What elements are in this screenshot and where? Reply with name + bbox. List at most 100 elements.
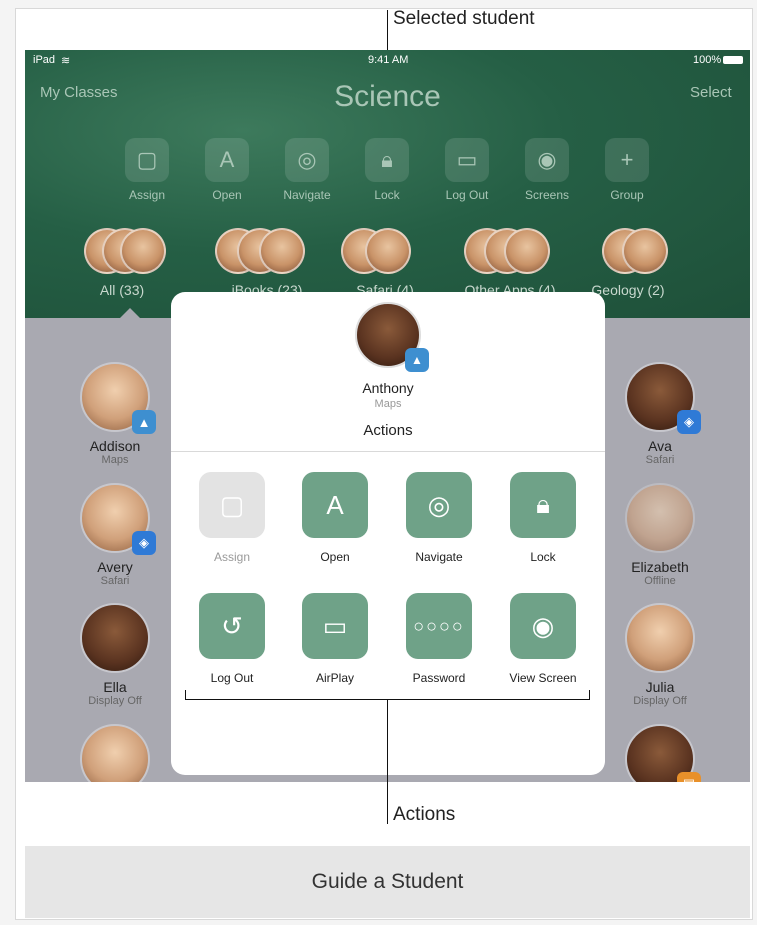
divider bbox=[171, 451, 605, 452]
avatar bbox=[259, 228, 305, 274]
student-name: Addison bbox=[89, 438, 141, 454]
maps-icon: ▲ bbox=[132, 410, 156, 434]
student-status: Offline bbox=[644, 575, 676, 587]
battery-icon bbox=[723, 56, 743, 64]
time-label: 9:41 AM bbox=[368, 54, 409, 66]
group-all[interactable]: All (33) bbox=[62, 228, 182, 298]
student-name: Avery bbox=[97, 559, 133, 575]
bracket-end-left bbox=[185, 690, 186, 700]
toolbar-group[interactable]: + Group bbox=[592, 138, 662, 202]
class-header: iPad ≋ 9:41 AM 100% My Classes Science S… bbox=[25, 50, 750, 318]
plus-icon: + bbox=[605, 138, 649, 182]
actions-heading: Actions bbox=[363, 422, 413, 439]
toolbar-label: Log Out bbox=[445, 188, 489, 202]
logout-icon: ▭ bbox=[445, 138, 489, 182]
avatar: ▤ bbox=[625, 724, 701, 782]
group-avatars bbox=[207, 228, 327, 276]
student-status: Safari bbox=[645, 454, 675, 466]
action-assign[interactable]: ▢ Assign bbox=[182, 472, 282, 564]
avatar bbox=[622, 228, 668, 274]
student-avery[interactable]: ◈ Avery Safari bbox=[60, 483, 170, 587]
action-view-screen[interactable]: ◉ View Screen bbox=[493, 593, 593, 685]
group-geology[interactable]: Geology (2) bbox=[568, 228, 688, 298]
action-lock[interactable]: 🔒︎ Lock bbox=[493, 472, 593, 564]
avatar: ◈ bbox=[80, 483, 156, 555]
toolbar-label: Navigate bbox=[283, 188, 331, 202]
compass-icon: ◎ bbox=[285, 138, 329, 182]
password-icon: ○○○○ bbox=[406, 593, 472, 659]
selected-student-status: Maps bbox=[374, 398, 402, 410]
screens-icon: ◉ bbox=[525, 138, 569, 182]
avatar bbox=[120, 228, 166, 274]
group-avatars bbox=[62, 228, 182, 276]
group-avatars bbox=[325, 228, 445, 276]
selected-student-name: Anthony bbox=[362, 380, 414, 396]
battery-label: 100% bbox=[693, 54, 722, 66]
toolbar-label: Open bbox=[212, 188, 242, 202]
toolbar-assign[interactable]: ▢ Assign bbox=[112, 138, 182, 202]
callout-actions: Actions bbox=[393, 804, 456, 825]
toolbar-label: Lock bbox=[374, 188, 400, 202]
action-label: Open bbox=[320, 550, 350, 564]
action-label: Lock bbox=[530, 550, 556, 564]
student-ava[interactable]: ◈ Ava Safari bbox=[605, 362, 715, 466]
toolbar-logout[interactable]: ▭ Log Out bbox=[432, 138, 502, 202]
toolbar-screens[interactable]: ◉ Screens bbox=[512, 138, 582, 202]
group-label: All (33) bbox=[99, 282, 145, 298]
assign-icon: ▢ bbox=[125, 138, 169, 182]
avatar bbox=[80, 603, 150, 673]
app-store-icon: A bbox=[205, 138, 249, 182]
avatar bbox=[80, 724, 150, 782]
student-partial-right[interactable]: ▤ bbox=[605, 724, 715, 782]
group-other-apps[interactable]: Other Apps (4) bbox=[450, 228, 570, 298]
action-label: Assign bbox=[213, 550, 251, 564]
airplay-icon: ▭ bbox=[302, 593, 368, 659]
compass-icon: ◎ bbox=[406, 472, 472, 538]
toolbar-lock[interactable]: 🔒︎ Lock bbox=[352, 138, 422, 202]
action-label: Password bbox=[412, 671, 466, 685]
device-label: iPad bbox=[33, 54, 56, 66]
safari-icon: ◈ bbox=[677, 410, 701, 434]
select-button[interactable]: Select bbox=[690, 84, 732, 101]
lock-icon: 🔒︎ bbox=[510, 472, 576, 538]
selected-group-indicator bbox=[120, 308, 140, 318]
maps-icon: ▲ bbox=[405, 348, 429, 372]
bracket-end-right bbox=[589, 690, 590, 700]
avatar: ▲ bbox=[80, 362, 156, 434]
callout-selected-student: Selected student bbox=[393, 8, 535, 29]
safari-icon: ◈ bbox=[132, 531, 156, 555]
student-ella[interactable]: Ella Display Off bbox=[60, 603, 170, 707]
action-label: Navigate bbox=[415, 550, 463, 564]
app-store-icon: A bbox=[302, 472, 368, 538]
student-status: Safari bbox=[100, 575, 130, 587]
ibooks-icon: ▤ bbox=[677, 772, 701, 782]
toolbar-navigate[interactable]: ◎ Navigate bbox=[272, 138, 342, 202]
class-title: Science bbox=[334, 80, 441, 113]
student-name: Ava bbox=[648, 438, 672, 454]
toolbar-open[interactable]: A Open bbox=[192, 138, 262, 202]
group-safari[interactable]: Safari (4) bbox=[325, 228, 445, 298]
student-status: Display Off bbox=[633, 695, 687, 707]
action-airplay[interactable]: ▭ AirPlay bbox=[285, 593, 385, 685]
action-open[interactable]: A Open bbox=[285, 472, 385, 564]
group-avatars bbox=[450, 228, 570, 276]
student-status: Maps bbox=[101, 454, 129, 466]
student-actions-popover: ▲ Anthony Maps Actions ▢ Assign A Open ◎… bbox=[171, 292, 605, 775]
avatar bbox=[625, 483, 695, 553]
wifi-icon: ≋ bbox=[61, 55, 71, 67]
action-label: Log Out bbox=[210, 671, 254, 685]
toolbar-label: Group bbox=[610, 188, 644, 202]
student-elizabeth[interactable]: Elizabeth Offline bbox=[605, 483, 715, 587]
student-addison[interactable]: ▲ Addison Maps bbox=[60, 362, 170, 466]
view-screen-icon: ◉ bbox=[510, 593, 576, 659]
student-status: Display Off bbox=[88, 695, 142, 707]
toolbar-label: Screens bbox=[524, 188, 570, 202]
action-password[interactable]: ○○○○ Password bbox=[389, 593, 489, 685]
group-ibooks[interactable]: iBooks (23) bbox=[207, 228, 327, 298]
avatar bbox=[365, 228, 411, 274]
student-partial-left[interactable] bbox=[60, 724, 170, 782]
action-navigate[interactable]: ◎ Navigate bbox=[389, 472, 489, 564]
student-name: Elizabeth bbox=[631, 559, 689, 575]
student-julia[interactable]: Julia Display Off bbox=[605, 603, 715, 707]
action-log-out[interactable]: ↺ Log Out bbox=[182, 593, 282, 685]
